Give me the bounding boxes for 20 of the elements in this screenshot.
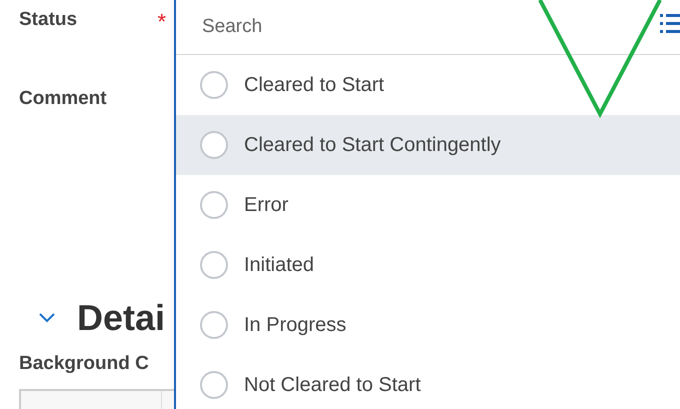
radio-button[interactable] <box>200 371 228 399</box>
status-option[interactable]: Cleared to Start <box>176 55 680 115</box>
required-asterisk: * <box>157 8 166 35</box>
search-field[interactable]: Search <box>200 15 504 39</box>
chevron-icon[interactable] <box>39 313 55 323</box>
radio-button[interactable] <box>200 131 228 159</box>
radio-button[interactable] <box>200 311 228 339</box>
radio-button[interactable] <box>200 191 228 219</box>
status-option[interactable]: In Progress <box>176 295 680 355</box>
list-icon[interactable] <box>660 12 680 34</box>
section-title: Detai <box>77 297 166 339</box>
status-option[interactable]: Error <box>176 175 680 235</box>
radio-button[interactable] <box>200 71 228 99</box>
comment-label: Comment <box>19 88 107 110</box>
status-option[interactable]: Not Cleared to Start <box>176 355 680 409</box>
status-option[interactable]: Initiated <box>176 235 680 295</box>
background-check-label: Background C <box>19 353 150 375</box>
status-label: Status <box>19 9 78 31</box>
radio-button[interactable] <box>200 251 228 279</box>
status-option[interactable]: Cleared to Start Contingently <box>176 115 680 175</box>
